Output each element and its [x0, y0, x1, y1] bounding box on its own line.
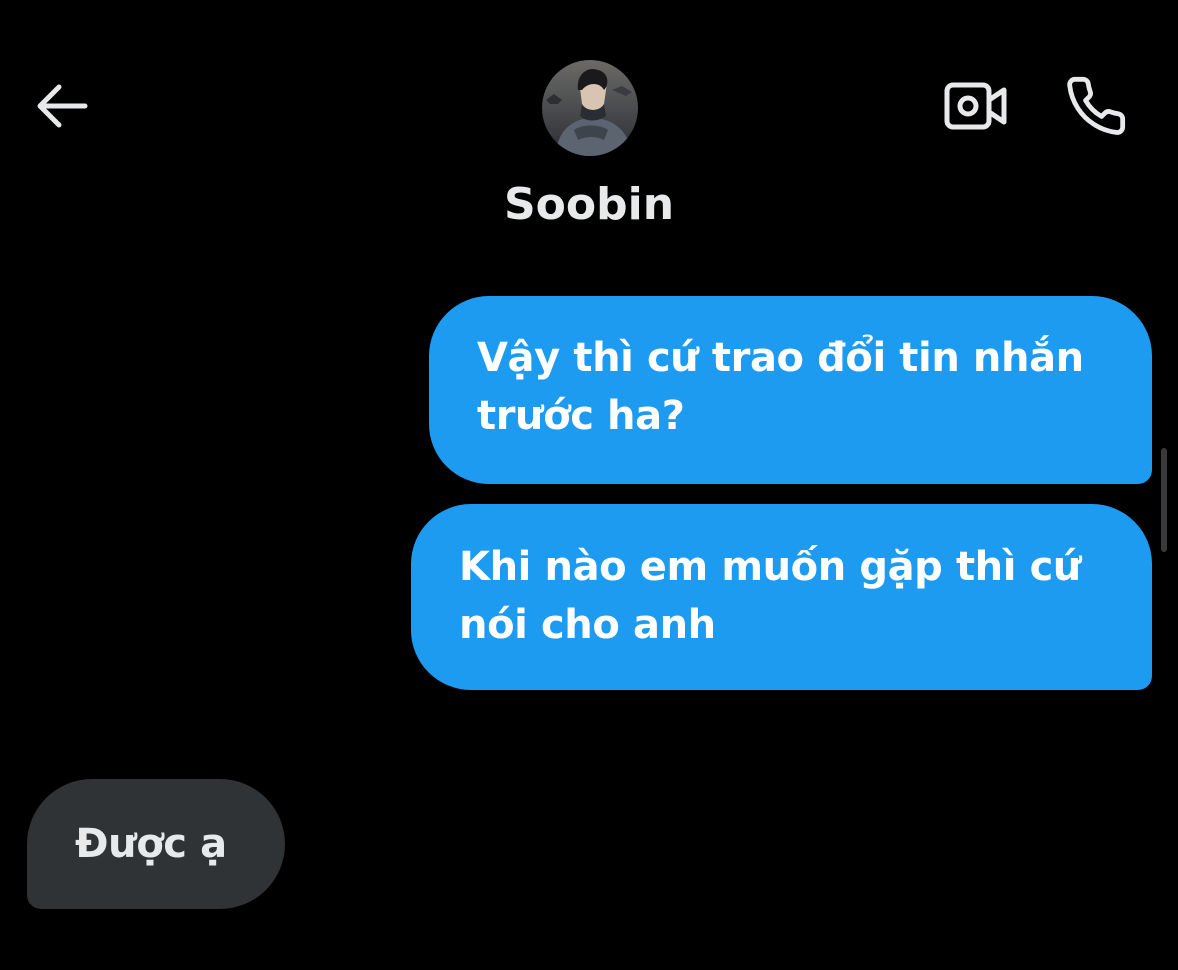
message-text: Vậy thì cứ trao đổi tin nhắn trước ha?: [477, 335, 1084, 439]
message-bubble-outgoing[interactable]: Khi nào em muốn gặp thì cứ nói cho anh: [411, 504, 1152, 690]
message-bubble-incoming[interactable]: Được ạ: [27, 779, 285, 909]
message-text: Khi nào em muốn gặp thì cứ nói cho anh: [459, 544, 1081, 648]
avatar[interactable]: [542, 60, 638, 156]
contact-name[interactable]: Soobin: [440, 174, 738, 236]
message-text: Được ạ: [75, 821, 227, 867]
arrow-left-icon: [33, 82, 89, 134]
video-camera-icon: [944, 80, 1008, 136]
phone-icon: [1064, 74, 1128, 142]
video-call-button[interactable]: [938, 72, 1014, 144]
scrollbar[interactable]: [1161, 448, 1167, 552]
message-bubble-outgoing[interactable]: Vậy thì cứ trao đổi tin nhắn trước ha?: [429, 296, 1152, 484]
back-button[interactable]: [28, 78, 94, 138]
voice-call-button[interactable]: [1056, 68, 1136, 148]
